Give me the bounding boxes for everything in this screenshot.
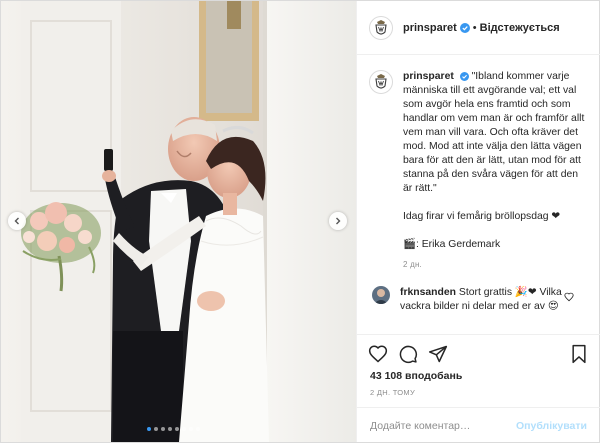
bookmark-icon bbox=[572, 344, 586, 364]
post-header: prinsparet • Відстежується bbox=[357, 1, 600, 55]
carousel-dot bbox=[175, 427, 179, 431]
heart-icon bbox=[564, 292, 574, 302]
publish-button[interactable]: Опублікувати bbox=[516, 420, 587, 432]
post-side-panel: prinsparet • Відстежується prinsparet "I… bbox=[356, 1, 600, 442]
likes-count[interactable]: 43 108 вподобань bbox=[357, 370, 600, 382]
share-icon bbox=[428, 345, 448, 363]
comments-section[interactable]: prinsparet "Ibland kommer varje människa… bbox=[357, 56, 600, 334]
verified-badge bbox=[459, 72, 469, 81]
chevron-right-icon bbox=[336, 217, 341, 225]
carousel-prev-button[interactable] bbox=[8, 212, 26, 230]
following-button[interactable]: Відстежується bbox=[480, 22, 560, 34]
caption-body: prinsparet "Ibland kommer varje människa… bbox=[403, 70, 588, 272]
avatar-image bbox=[372, 286, 390, 304]
instagram-post: prinsparet • Відстежується prinsparet "I… bbox=[0, 0, 600, 443]
comment-icon bbox=[399, 345, 418, 364]
chevron-left-icon bbox=[14, 217, 19, 225]
header-username[interactable]: prinsparet bbox=[403, 22, 457, 34]
caption-time[interactable]: 2 дн. bbox=[403, 258, 588, 272]
carousel-dot bbox=[147, 427, 151, 431]
header-separator: • bbox=[472, 21, 477, 34]
post-actions: 43 108 вподобань 2 ДН. ТОМУ Опублікувати bbox=[357, 334, 600, 442]
comment-username[interactable]: frknsanden bbox=[400, 287, 456, 298]
carousel-dot bbox=[161, 427, 165, 431]
profile-avatar[interactable] bbox=[369, 15, 393, 40]
share-button[interactable] bbox=[427, 343, 449, 365]
carousel-dot bbox=[189, 427, 193, 431]
comment-item: frknsanden Stort grattis 🎉❤ Vilka vackra… bbox=[369, 286, 588, 314]
action-icons bbox=[357, 335, 600, 367]
verified-icon bbox=[459, 72, 469, 81]
caption-avatar[interactable] bbox=[369, 70, 393, 94]
carousel-dot bbox=[154, 427, 158, 431]
carousel-dot bbox=[182, 427, 186, 431]
post-media[interactable] bbox=[1, 1, 356, 442]
add-comment-bar: Опублікувати bbox=[357, 407, 600, 443]
comment-like-button[interactable] bbox=[564, 289, 574, 307]
crest-icon bbox=[375, 19, 387, 35]
caption-text: "Ibland kommer varje människa till ett a… bbox=[403, 71, 585, 250]
save-button[interactable] bbox=[568, 343, 590, 365]
caption-username[interactable]: prinsparet bbox=[403, 71, 454, 82]
verified-icon bbox=[459, 22, 470, 33]
carousel-dot bbox=[196, 427, 200, 431]
comment-button[interactable] bbox=[397, 343, 419, 365]
verified-badge bbox=[459, 22, 470, 33]
post-timestamp[interactable]: 2 ДН. ТОМУ bbox=[357, 388, 600, 397]
carousel-dot bbox=[168, 427, 172, 431]
caption-comment: prinsparet "Ibland kommer varje människa… bbox=[369, 70, 588, 272]
like-button[interactable] bbox=[367, 343, 389, 365]
wedding-photo bbox=[1, 1, 356, 442]
comment-body: frknsanden Stort grattis 🎉❤ Vilka vackra… bbox=[400, 286, 575, 314]
comment-input[interactable] bbox=[370, 419, 516, 432]
commenter-avatar[interactable] bbox=[372, 286, 390, 304]
crest-icon bbox=[375, 74, 387, 89]
heart-icon bbox=[368, 345, 388, 363]
carousel-next-button[interactable] bbox=[329, 212, 347, 230]
carousel-indicator bbox=[147, 427, 200, 431]
